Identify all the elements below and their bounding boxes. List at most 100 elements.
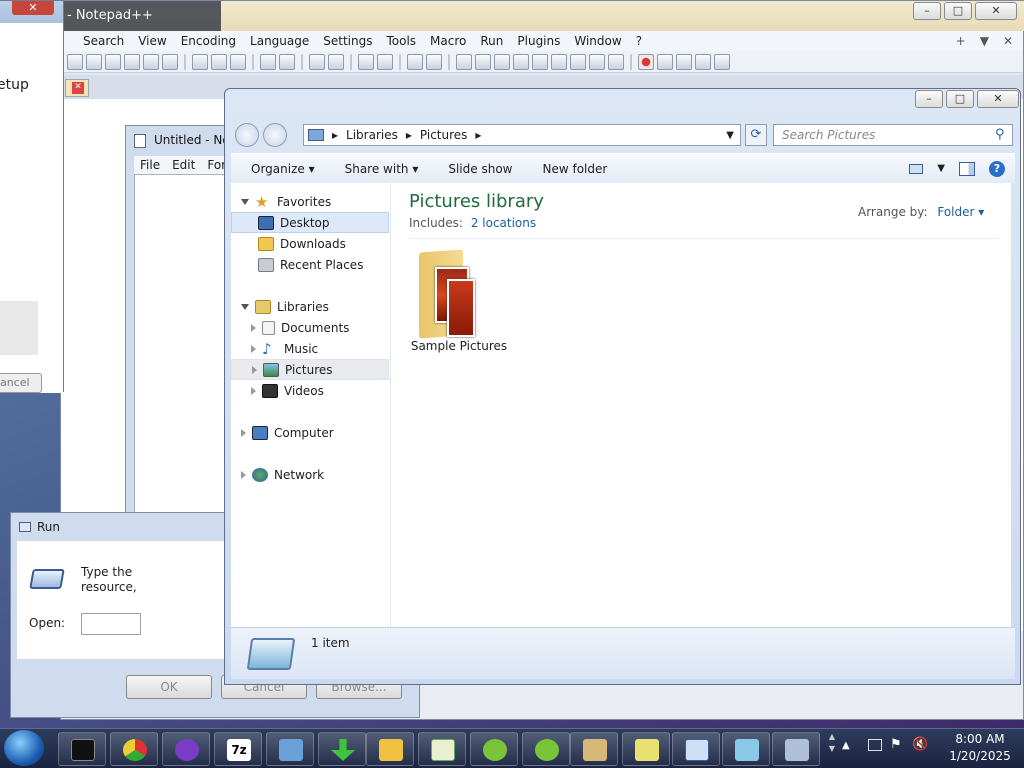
nav-computer[interactable]: Computer: [231, 422, 389, 443]
open-file-icon[interactable]: [86, 53, 102, 70]
play-macro-icon[interactable]: [676, 53, 692, 70]
taskbar-green-app[interactable]: [470, 732, 518, 766]
taskbar-run[interactable]: [672, 732, 720, 766]
nav-videos[interactable]: Videos: [231, 380, 389, 401]
organize-button[interactable]: Organize ▾: [251, 162, 315, 176]
menu-tools[interactable]: Tools: [386, 34, 416, 48]
collapse-arrow-icon[interactable]: [251, 323, 256, 332]
nav-pictures[interactable]: Pictures: [231, 359, 389, 380]
show-all-chars-icon[interactable]: [475, 53, 491, 70]
includes-locations-link[interactable]: 2 locations: [471, 216, 536, 230]
menu-encoding[interactable]: Encoding: [181, 34, 236, 48]
run-macro-multiple-icon[interactable]: [695, 53, 711, 70]
taskbar-chrome[interactable]: [110, 732, 158, 766]
address-bar[interactable]: ▸ Libraries ▸ Pictures ▸ ▼: [303, 124, 741, 146]
taskbar-7zip[interactable]: 7z: [214, 732, 262, 766]
notepad-menu-edit[interactable]: Edit: [172, 158, 195, 172]
collapse-arrow-icon[interactable]: [241, 428, 246, 437]
new-folder-button[interactable]: New folder: [542, 162, 607, 176]
run-open-input[interactable]: [81, 613, 141, 635]
clock-time[interactable]: 8:00 AM: [948, 732, 1012, 746]
menu-run[interactable]: Run: [480, 34, 503, 48]
collapse-arrow-icon[interactable]: [251, 386, 256, 395]
view-dropdown-icon[interactable]: ▼: [937, 163, 945, 174]
replace-icon[interactable]: [328, 53, 344, 70]
close-doc-icon[interactable]: ✕: [1003, 34, 1013, 48]
forward-button[interactable]: [263, 123, 287, 147]
volume-muted-icon[interactable]: 🔇: [912, 737, 928, 752]
copy-icon[interactable]: [211, 53, 227, 70]
sample-pictures-folder[interactable]: Sample Pictures: [409, 243, 509, 353]
start-button[interactable]: [4, 730, 44, 766]
breadcrumb-pictures[interactable]: Pictures: [420, 128, 468, 142]
nav-downloads[interactable]: Downloads: [231, 233, 389, 254]
preview-pane-icon[interactable]: [959, 161, 975, 176]
share-with-button[interactable]: Share with ▾: [345, 162, 419, 176]
new-tab-icon[interactable]: +: [956, 34, 966, 48]
menu-window[interactable]: Window: [574, 34, 621, 48]
sync-horizontal-icon[interactable]: [426, 53, 442, 70]
run-ok-button[interactable]: OK: [126, 675, 212, 699]
taskbar-green-app-2[interactable]: [522, 732, 570, 766]
paste-icon[interactable]: [230, 53, 246, 70]
collapse-arrow-icon[interactable]: [252, 365, 257, 374]
notepad-menu-file[interactable]: File: [140, 158, 160, 172]
nav-documents[interactable]: Documents: [231, 317, 389, 338]
find-icon[interactable]: [309, 53, 325, 70]
stop-macro-icon[interactable]: [657, 53, 673, 70]
save-icon[interactable]: [105, 53, 121, 70]
monitoring-icon[interactable]: [589, 53, 605, 70]
back-button[interactable]: [235, 123, 259, 147]
menu-help[interactable]: ?: [636, 34, 642, 48]
taskbar-box-app[interactable]: [570, 732, 618, 766]
search-icon[interactable]: ⚲: [995, 127, 1005, 142]
taskbar-explorer[interactable]: [366, 732, 414, 766]
save-all-icon[interactable]: [124, 53, 140, 70]
explorer-close-button[interactable]: ✕: [977, 90, 1019, 108]
folder-workspace-icon[interactable]: [570, 53, 586, 70]
taskbar-download-app[interactable]: [318, 732, 366, 766]
new-file-icon[interactable]: [67, 53, 83, 70]
help-icon[interactable]: ?: [989, 160, 1005, 177]
redo-icon[interactable]: [279, 53, 295, 70]
doc-list-icon[interactable]: [608, 53, 624, 70]
menu-macro[interactable]: Macro: [430, 34, 466, 48]
explorer-minimize-button[interactable]: –: [915, 90, 943, 108]
function-list-icon[interactable]: [551, 53, 567, 70]
taskbar-notepadpp[interactable]: [418, 732, 466, 766]
change-view-icon[interactable]: [909, 163, 924, 174]
menu-plugins[interactable]: Plugins: [517, 34, 560, 48]
expand-arrow-icon[interactable]: [241, 198, 249, 205]
action-center-icon[interactable]: [868, 739, 882, 751]
udl-icon[interactable]: [513, 53, 529, 70]
menu-language[interactable]: Language: [250, 34, 309, 48]
maximize-button[interactable]: □: [944, 2, 972, 20]
document-tab[interactable]: ✕: [65, 79, 89, 97]
sync-vertical-icon[interactable]: [407, 53, 423, 70]
minimize-button[interactable]: –: [913, 2, 941, 20]
undo-icon[interactable]: [260, 53, 276, 70]
save-macro-icon[interactable]: [714, 53, 730, 70]
refresh-icon[interactable]: ⟳: [745, 124, 767, 146]
menu-view[interactable]: View: [138, 34, 166, 48]
nav-network[interactable]: Network: [231, 464, 389, 485]
tab-list-icon[interactable]: ▼: [980, 34, 989, 48]
taskbar-cmd[interactable]: [58, 732, 106, 766]
taskbar-notes-app[interactable]: [622, 732, 670, 766]
setup-close-button[interactable]: ✕: [12, 1, 54, 15]
expand-arrow-icon[interactable]: [241, 303, 249, 310]
clock-date[interactable]: 1/20/2025: [948, 749, 1012, 763]
taskbar-mask-app[interactable]: [162, 732, 210, 766]
cut-icon[interactable]: [192, 53, 208, 70]
slide-show-button[interactable]: Slide show: [448, 162, 512, 176]
nav-music[interactable]: ♪ Music: [231, 338, 389, 359]
search-input[interactable]: Search Pictures: [773, 124, 1013, 146]
menu-search[interactable]: Search: [83, 34, 124, 48]
setup-cancel-button[interactable]: ancel: [0, 373, 42, 393]
flag-icon[interactable]: ⚑: [890, 737, 902, 752]
taskbar-app-13[interactable]: [722, 732, 770, 766]
collapse-arrow-icon[interactable]: [241, 470, 246, 479]
record-macro-icon[interactable]: [638, 53, 654, 70]
doc-map-icon[interactable]: [532, 53, 548, 70]
indent-guide-icon[interactable]: [494, 53, 510, 70]
